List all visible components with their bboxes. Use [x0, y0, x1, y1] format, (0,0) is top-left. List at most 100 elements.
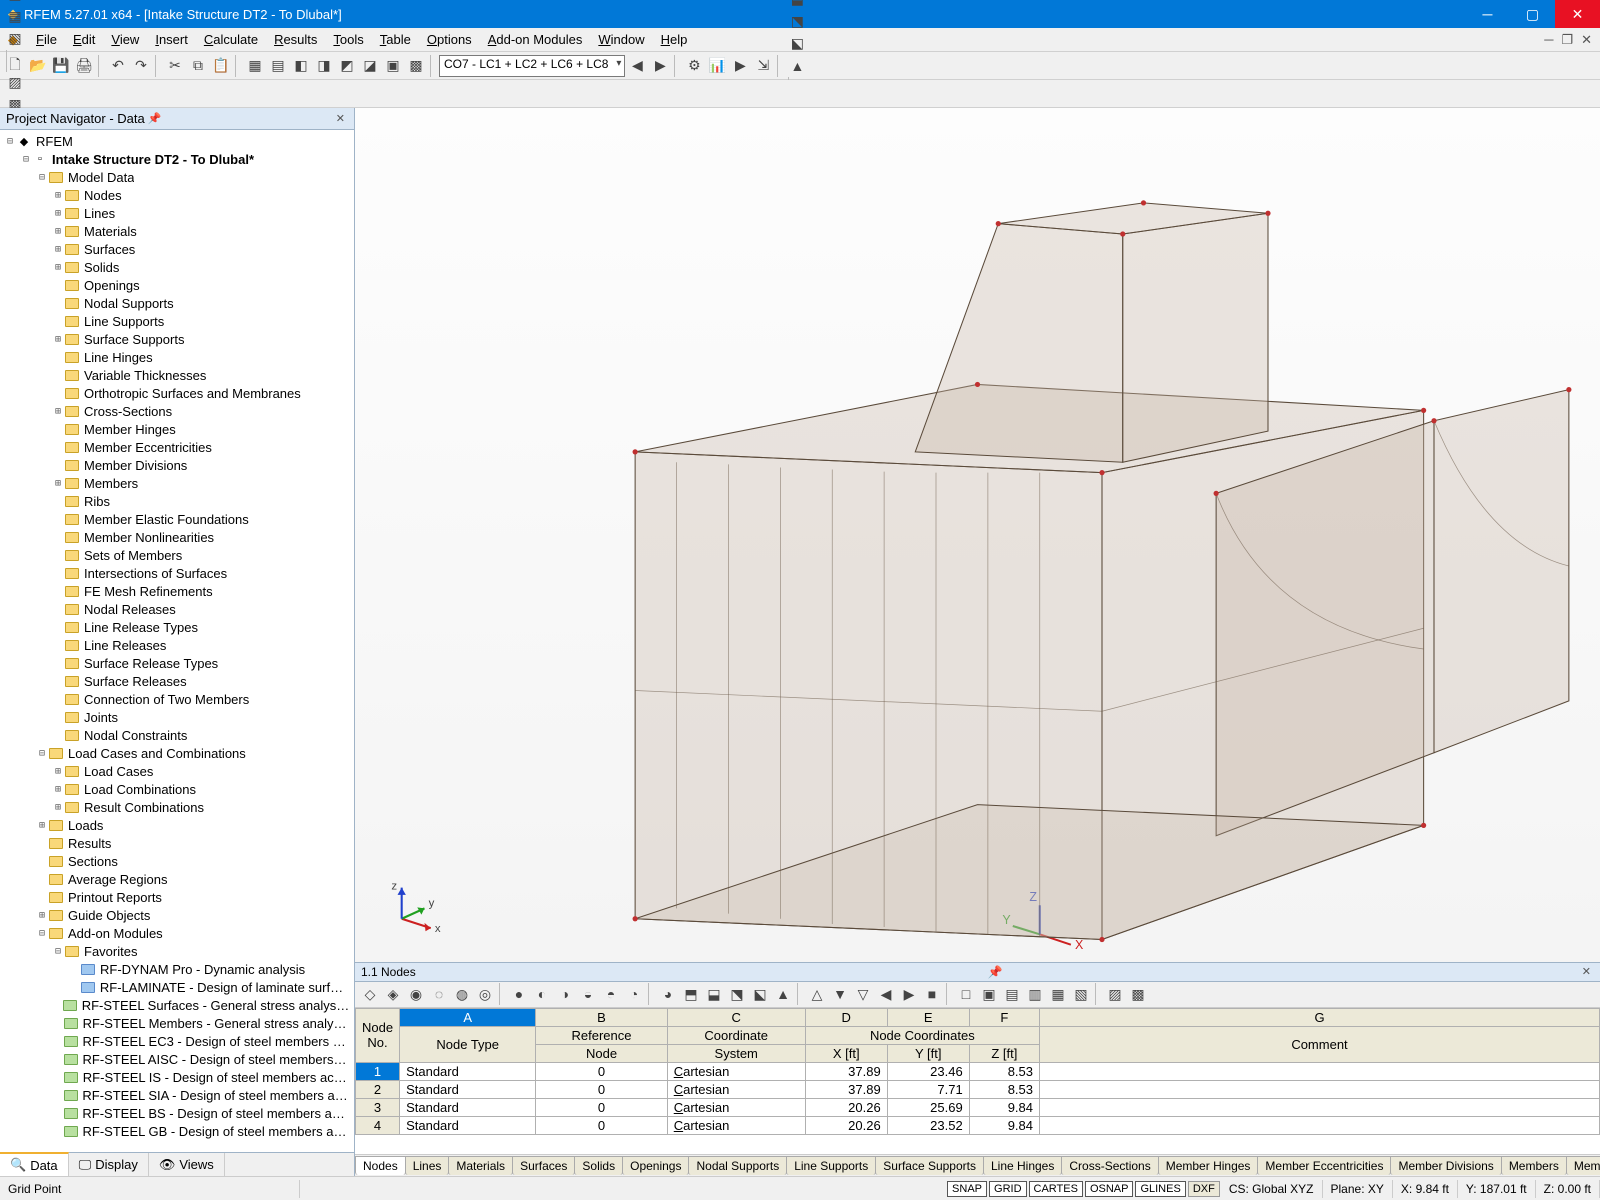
tree-md-12[interactable]: ⊞Cross-Sections [0, 402, 354, 420]
data-grid[interactable]: NodeNo. A B C D E F G Node Type Referenc… [355, 1008, 1600, 1154]
tt-button-27[interactable]: ▥ [1024, 983, 1046, 1005]
table-tab-line-hinges[interactable]: Line Hinges [983, 1156, 1062, 1175]
tt-button-30[interactable]: ▨ [1104, 983, 1126, 1005]
tt-button-2[interactable]: ◉ [405, 983, 427, 1005]
tree-md-14[interactable]: Member Eccentricities [0, 438, 354, 456]
mdi-minimize-icon[interactable]: ─ [1544, 32, 1553, 48]
tree-md-10[interactable]: Variable Thicknesses [0, 366, 354, 384]
tb1-button-16[interactable]: ⬕ [786, 33, 808, 55]
tree-top-5[interactable]: ⊞Guide Objects [0, 906, 354, 924]
tt-button-7[interactable]: ◐ [531, 983, 553, 1005]
tt-button-11[interactable]: ◔ [623, 983, 645, 1005]
tt-button-28[interactable]: ▦ [1047, 983, 1069, 1005]
copy-button[interactable]: ⧉ [187, 55, 209, 77]
tree-md-16-toggle[interactable]: ⊞ [52, 478, 64, 489]
tree-top-2[interactable]: Sections [0, 852, 354, 870]
menu-options[interactable]: Options [419, 30, 480, 49]
tree-top-4[interactable]: Printout Reports [0, 888, 354, 906]
wire-button[interactable]: ◪ [359, 55, 381, 77]
tb2-button-29[interactable]: ▧ [4, 28, 26, 50]
tab-display[interactable]: 🖵Display [69, 1153, 149, 1176]
tree-fav-0[interactable]: RF-DYNAM Pro - Dynamic analysis [0, 960, 354, 978]
tree-md-0[interactable]: ⊞Nodes [0, 186, 354, 204]
tree-md-23[interactable]: Nodal Releases [0, 600, 354, 618]
table-pin-icon[interactable]: 📌 [988, 965, 1003, 979]
tree-md-29[interactable]: Joints [0, 708, 354, 726]
table-tab-surfaces[interactable]: Surfaces [512, 1156, 575, 1175]
loadcase-combo[interactable]: CO7 - LC1 + LC2 + LC6 + LC8 [439, 55, 625, 77]
table-tab-materials[interactable]: Materials [448, 1156, 513, 1175]
tree-md-6[interactable]: Nodal Supports [0, 294, 354, 312]
tt-button-29[interactable]: ▧ [1070, 983, 1092, 1005]
status-toggle-grid[interactable]: GRID [989, 1181, 1027, 1197]
tree-mod-5[interactable]: RF-STEEL SIA - Design of steel members a… [0, 1086, 354, 1104]
tree-model-data[interactable]: ⊟Model Data [0, 168, 354, 186]
menu-table[interactable]: Table [372, 30, 419, 49]
tree-lc-0-toggle[interactable]: ⊞ [52, 766, 64, 777]
tree-mod-1[interactable]: RF-STEEL Members - General stress analys… [0, 1014, 354, 1032]
table-tab-nodes[interactable]: Nodes [355, 1156, 406, 1175]
paste-button[interactable]: 📋 [210, 55, 232, 77]
tree-md-24[interactable]: Line Release Types [0, 618, 354, 636]
view-button[interactable]: ▦ [244, 55, 266, 77]
tt-button-21[interactable]: ◀ [875, 983, 897, 1005]
tt-button-3[interactable]: ◌ [428, 983, 450, 1005]
layers-button[interactable]: ▤ [267, 55, 289, 77]
col-D[interactable]: D [805, 1008, 887, 1026]
tb2-button-30[interactable]: ▨ [4, 72, 26, 94]
menu-calculate[interactable]: Calculate [196, 30, 266, 49]
tt-button-16[interactable]: ⬕ [749, 983, 771, 1005]
tt-button-26[interactable]: ▤ [1001, 983, 1023, 1005]
tt-button-1[interactable]: ◈ [382, 983, 404, 1005]
tree-md-21[interactable]: Intersections of Surfaces [0, 564, 354, 582]
table-tab-member-eccentricities[interactable]: Member Eccentricities [1257, 1156, 1391, 1175]
tree-lc-2[interactable]: ⊞Result Combinations [0, 798, 354, 816]
tree-md-25[interactable]: Line Releases [0, 636, 354, 654]
table-row[interactable]: 3Standard0Cartesian20.2625.699.84 [356, 1098, 1600, 1116]
table-tab-member-hinges[interactable]: Member Hinges [1158, 1156, 1259, 1175]
tree-md-8-toggle[interactable]: ⊞ [52, 334, 64, 345]
next-lc-button[interactable]: ▶ [649, 55, 671, 77]
status-toggle-osnap[interactable]: OSNAP [1085, 1181, 1134, 1197]
table-tab-members[interactable]: Members [1501, 1156, 1567, 1175]
tree-lc-0[interactable]: ⊞Load Cases [0, 762, 354, 780]
tree-md-7[interactable]: Line Supports [0, 312, 354, 330]
tree-md-9[interactable]: Line Hinges [0, 348, 354, 366]
col-E[interactable]: E [887, 1008, 969, 1026]
tt-button-23[interactable]: ■ [921, 983, 943, 1005]
minimize-button[interactable]: ─ [1465, 0, 1510, 28]
tab-data[interactable]: 🔍Data [0, 1152, 69, 1176]
menu-edit[interactable]: Edit [65, 30, 103, 49]
tree-mod-2[interactable]: RF-STEEL EC3 - Design of steel members a… [0, 1032, 354, 1050]
tree-model-data-toggle[interactable]: ⊟ [36, 172, 48, 183]
mdi-restore-icon[interactable]: ❐ [1561, 32, 1573, 48]
tt-button-8[interactable]: ◑ [554, 983, 576, 1005]
tt-button-9[interactable]: ◒ [577, 983, 599, 1005]
tree-mod-7[interactable]: RF-STEEL GB - Design of steel members ac… [0, 1122, 354, 1140]
open-button[interactable]: 📂 [27, 55, 49, 77]
tree-md-12-toggle[interactable]: ⊞ [52, 406, 64, 417]
status-toggle-dxf[interactable]: DXF [1188, 1181, 1220, 1197]
tree-top-3[interactable]: Average Regions [0, 870, 354, 888]
tree-md-2[interactable]: ⊞Materials [0, 222, 354, 240]
table-tab-line-supports[interactable]: Line Supports [786, 1156, 876, 1175]
color-button[interactable]: ▩ [405, 55, 427, 77]
table-close-icon[interactable]: ✕ [1579, 965, 1594, 978]
model-viewport[interactable]: X Y Z x y z [355, 108, 1600, 963]
save-button[interactable]: 💾 [50, 55, 72, 77]
tree-md-13[interactable]: Member Hinges [0, 420, 354, 438]
persp-button[interactable]: ◩ [336, 55, 358, 77]
table-tab-surface-supports[interactable]: Surface Supports [875, 1156, 984, 1175]
table-tab-openings[interactable]: Openings [622, 1156, 689, 1175]
navigator-close-icon[interactable]: ✕ [333, 112, 348, 125]
tree-top-1[interactable]: Results [0, 834, 354, 852]
tree-project[interactable]: ⊟▫Intake Structure DT2 - To Dlubal* [0, 150, 354, 168]
menu-insert[interactable]: Insert [147, 30, 196, 49]
tree-md-8[interactable]: ⊞Surface Supports [0, 330, 354, 348]
table-tab-solids[interactable]: Solids [574, 1156, 623, 1175]
tt-button-17[interactable]: ▲ [772, 983, 794, 1005]
tt-button-0[interactable]: ◇ [359, 983, 381, 1005]
tt-button-10[interactable]: ◓ [600, 983, 622, 1005]
tree-lc-1-toggle[interactable]: ⊞ [52, 784, 64, 795]
menu-add-on-modules[interactable]: Add-on Modules [480, 30, 591, 49]
